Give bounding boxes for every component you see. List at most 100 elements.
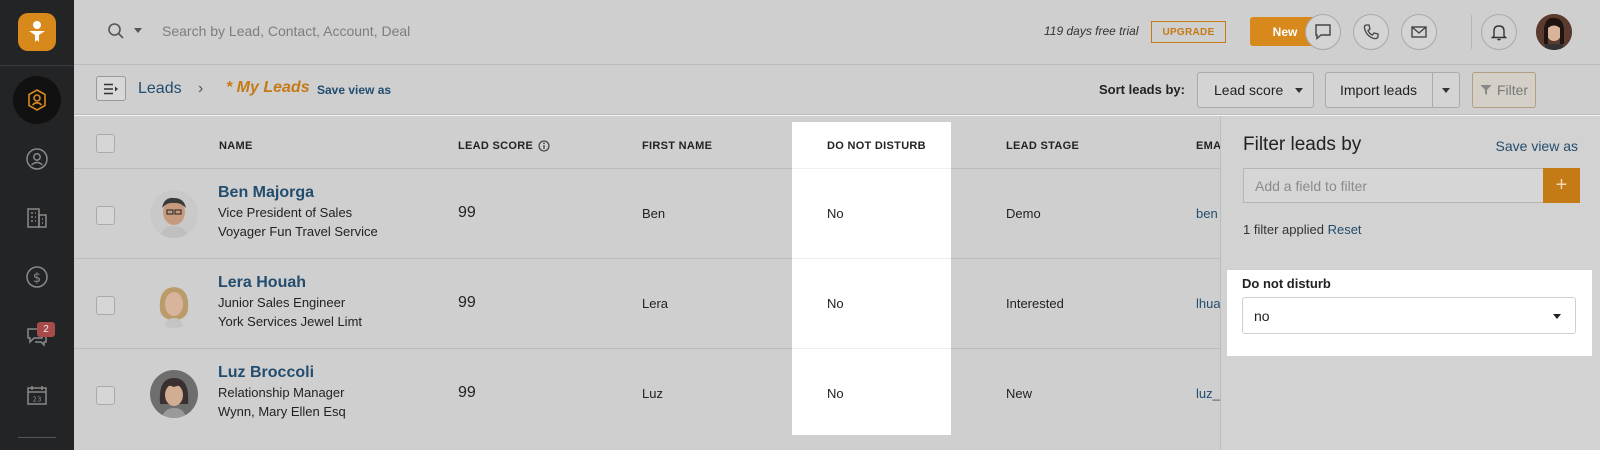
lead-name-link[interactable]: Lera Houah [218,274,306,292]
column-header-lead-stage[interactable]: LEAD STAGE [1006,140,1079,152]
info-icon[interactable] [538,140,550,152]
row-checkbox[interactable] [96,296,115,315]
lead-stage-value[interactable]: Interested [1006,296,1064,311]
sidebar-item-contacts[interactable] [13,135,61,183]
sidebar-item-leads[interactable] [13,76,61,124]
calendar-icon: 23 [27,386,47,405]
sidebar-item-calendar[interactable]: 23 [13,371,61,419]
lead-stage-value[interactable]: Demo [1006,206,1041,221]
sidebar-item-deals[interactable]: $ [13,253,61,301]
filter-field-label: Do not disturb [1242,276,1331,291]
save-view-as-link[interactable]: Save view as [317,83,391,97]
reset-filters-link[interactable]: Reset [1328,222,1362,237]
filters-applied-summary: 1 filter applied Reset [1243,222,1362,237]
column-header-email[interactable]: EMA [1196,140,1221,152]
plus-icon: + [1555,174,1568,196]
row-checkbox[interactable] [96,386,115,405]
global-search-input[interactable] [162,18,562,44]
lead-photo-avatar [150,190,198,238]
import-leads-button[interactable]: Import leads [1325,72,1460,108]
first-name-value: Lera [642,296,669,311]
leads-icon [28,89,46,111]
column-header-lead-score[interactable]: LEAD SCORE [458,140,550,152]
sort-label: Sort leads by: [1099,82,1185,97]
add-filter-field-input[interactable] [1243,168,1543,203]
app-logo[interactable] [18,13,56,51]
lead-stage-value[interactable]: New [1006,386,1032,401]
notifications-button[interactable] [1481,14,1517,50]
lead-name-link[interactable]: Luz Broccoli [218,364,314,382]
filter-button[interactable]: Filter [1472,72,1536,108]
first-name-value: Ben [642,206,666,221]
header-divider [74,168,1220,169]
topbar-divider [1471,15,1472,49]
lead-title: Relationship Manager [218,385,345,400]
top-bar: 119 days free trial UPGRADE New [74,0,1600,65]
dnd-value: No [827,386,844,401]
lead-score-value: 99 [458,384,476,401]
row-divider [74,348,1220,349]
add-filter-button[interactable]: + [1543,168,1580,203]
select-all-checkbox[interactable] [96,134,115,153]
contacts-icon [26,148,48,170]
lead-score-header-label: LEAD SCORE [458,140,534,152]
lead-photo-avatar [150,370,198,418]
filters-applied-text: 1 filter applied [1243,222,1324,237]
filter-label: Filter [1496,82,1529,98]
lead-score-value: 99 [458,294,476,311]
breadcrumb-current-view[interactable]: * My Leads [226,79,310,97]
column-header-do-not-disturb[interactable]: DO NOT DISTURB [827,140,926,152]
chevron-down-icon [1295,87,1304,93]
search-icon[interactable] [107,22,125,45]
filter-value-select[interactable]: no [1242,297,1576,334]
row-divider [74,258,1220,259]
lead-company: Wynn, Mary Ellen Esq [218,404,346,419]
dnd-row-divider [792,258,951,259]
lead-score-value: 99 [458,204,476,221]
email-button[interactable] [1401,14,1437,50]
sidebar-item-accounts[interactable] [13,194,61,242]
funnel-icon [1480,85,1492,95]
lead-title: Junior Sales Engineer [218,295,346,310]
toggle-views-button[interactable] [96,76,126,101]
svg-text:23: 23 [33,396,42,404]
chat-bubble-icon [1315,24,1331,41]
chevron-down-icon [1553,314,1561,319]
import-leads-label: Import leads [1340,82,1418,98]
do-not-disturb-column: DO NOT DISTURB No No No [792,122,951,435]
sidebar-divider [0,65,74,66]
panel-save-view-link[interactable]: Save view as [1496,138,1578,154]
column-header-first-name[interactable]: FIRST NAME [642,140,712,152]
row-checkbox[interactable] [96,206,115,225]
dnd-value: No [827,206,844,221]
lead-company: Voyager Fun Travel Service [218,224,378,239]
chat-button[interactable] [1305,14,1341,50]
filter-value: no [1254,307,1270,324]
import-dropdown-toggle[interactable] [1433,87,1459,93]
phone-button[interactable] [1353,14,1389,50]
lead-photo-avatar [150,280,198,328]
phone-icon [1363,24,1379,40]
lead-name-link[interactable]: Ben Majorga [218,184,314,202]
first-name-value: Luz [642,386,663,401]
list-menu-icon [104,83,118,94]
chevron-down-icon [1442,87,1450,93]
search-scope-caret-icon[interactable] [134,28,142,33]
sort-select[interactable]: Lead score [1197,72,1314,108]
building-icon [27,208,47,228]
column-header-name[interactable]: NAME [219,140,253,152]
email-value[interactable]: lhua [1196,296,1221,311]
trial-text: 119 days free trial [1044,24,1139,38]
email-value[interactable]: ben [1196,206,1218,221]
envelope-icon [1411,26,1427,38]
bell-icon [1491,25,1507,41]
dnd-value: No [827,296,844,311]
dnd-row-divider [792,348,951,349]
leads-table: NAME LEAD SCORE FIRST NAME LEAD STAGE EM… [74,116,1221,450]
email-value[interactable]: luz_ [1196,386,1220,401]
upgrade-button[interactable]: UPGRADE [1151,21,1226,43]
filter-condition-card: Do not disturb no [1227,270,1592,356]
user-avatar[interactable] [1536,14,1572,50]
dnd-header-divider [792,168,951,169]
breadcrumb-leads[interactable]: Leads [138,80,182,98]
